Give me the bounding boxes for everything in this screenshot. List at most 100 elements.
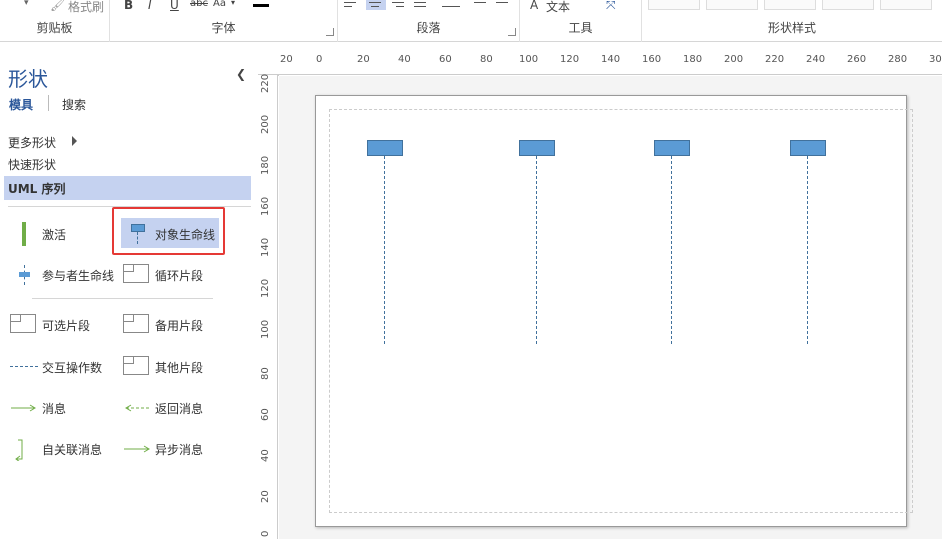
object-lifeline-shape[interactable] — [367, 140, 403, 345]
shape-label: 异步消息 — [155, 443, 204, 457]
font-color-icon[interactable] — [253, 4, 269, 7]
style-swatch[interactable] — [880, 0, 932, 10]
shape-label: 备用片段 — [155, 319, 204, 333]
connection-point-icon[interactable]: ⤧ — [606, 0, 616, 13]
dialog-launcher-icon[interactable] — [508, 28, 516, 36]
lifeline-dashed-line[interactable] — [536, 156, 537, 344]
ruler-label: 300 — [929, 54, 942, 65]
shape-styles-group: 形状样式 — [642, 0, 942, 42]
ruler-label: 260 — [847, 54, 867, 65]
lifeline-head[interactable] — [519, 140, 555, 156]
style-swatch[interactable] — [648, 0, 700, 10]
dropdown-arrow-icon[interactable]: ▾ — [231, 0, 235, 7]
ruler-label: 100 — [260, 319, 271, 339]
pane-title: 形状 — [8, 67, 48, 91]
ruler-label: 180 — [683, 54, 703, 65]
decrease-indent-button[interactable] — [474, 0, 488, 10]
align-right-button[interactable] — [392, 0, 406, 10]
ruler-label: 0 — [260, 530, 271, 537]
lifeline-head[interactable] — [790, 140, 826, 156]
message-arrow-icon — [10, 398, 38, 418]
shape-label: 自关联消息 — [42, 443, 103, 457]
tools-group: A 文本 ⤧ 工具 — [520, 0, 642, 42]
drawing-page[interactable] — [315, 95, 913, 527]
clipboard-group-label: 剪贴板 — [36, 21, 73, 35]
ruler-label: 220 — [765, 54, 785, 65]
shape-async-message[interactable]: 异步消息 — [121, 433, 231, 463]
collapse-icon[interactable]: ❮ — [236, 67, 246, 81]
ruler-label: 20 — [260, 490, 271, 503]
activation-icon — [10, 222, 38, 246]
shape-optional-fragment[interactable]: 可选片段 — [8, 309, 118, 339]
selection-highlight — [112, 207, 225, 255]
shape-label: 参与者生命线 — [42, 269, 115, 283]
shape-loop-fragment[interactable]: 循环片段 — [121, 259, 231, 289]
increase-indent-button[interactable] — [496, 0, 510, 10]
dropdown-arrow-icon[interactable]: ▾ — [24, 0, 29, 8]
change-case-button[interactable]: Aa — [213, 0, 226, 9]
ruler-label: 40 — [398, 54, 411, 65]
tab-search[interactable]: 搜索 — [62, 96, 86, 113]
shape-interaction-operand[interactable]: 交互操作数 — [8, 351, 118, 381]
ribbon: ▾ 🖌 格式刷 剪贴板 B I U abc Aa ▾ 字体 段落 A 文本 ⤧ … — [0, 0, 942, 42]
shape-actor-lifeline[interactable]: 参与者生命线 — [8, 259, 118, 289]
ruler-label: 180 — [260, 155, 271, 175]
ruler-label: 60 — [260, 408, 271, 421]
horizontal-ruler: 20 0 20 40 60 80 100 120 140 160 180 200… — [258, 52, 942, 75]
shape-message[interactable]: 消息 — [8, 392, 118, 422]
object-lifeline-shape[interactable] — [519, 140, 555, 345]
format-painter-button[interactable]: 格式刷 — [68, 0, 104, 15]
text-tool-button[interactable]: 文本 — [546, 0, 570, 15]
more-shapes[interactable]: 更多形状 — [8, 134, 56, 151]
async-arrow-icon — [123, 439, 151, 459]
lifeline-dashed-line[interactable] — [671, 156, 672, 344]
underline-button[interactable]: U — [170, 0, 179, 12]
italic-button[interactable]: I — [148, 0, 152, 12]
font-group-label: 字体 — [211, 21, 236, 35]
ruler-label: 80 — [260, 367, 271, 380]
ruler-label: 80 — [480, 54, 493, 65]
dashed-line-icon — [10, 357, 38, 377]
vertical-ruler: 220 200 180 160 140 120 100 80 60 40 20 … — [258, 74, 278, 539]
ruler-label: 140 — [601, 54, 621, 65]
strikethrough-button[interactable]: abc — [190, 0, 208, 9]
align-left-button[interactable] — [344, 0, 358, 10]
ruler-label: 20 — [357, 54, 370, 65]
object-lifeline-shape[interactable] — [790, 140, 826, 345]
dialog-launcher-icon[interactable] — [326, 28, 334, 36]
align-center-button[interactable] — [366, 0, 386, 10]
shape-other-fragment[interactable]: 其他片段 — [121, 351, 231, 381]
object-lifeline-shape[interactable] — [654, 140, 690, 345]
return-arrow-icon — [123, 398, 151, 418]
style-swatch[interactable] — [822, 0, 874, 10]
shape-label: 消息 — [42, 402, 67, 416]
shape-self-message[interactable]: 自关联消息 — [8, 433, 118, 463]
drawing-canvas[interactable] — [279, 76, 942, 539]
font-group: B I U abc Aa ▾ 字体 — [110, 0, 338, 42]
clipboard-group: ▾ 🖌 格式刷 剪贴板 — [0, 0, 110, 42]
stencil-uml-sequence[interactable]: UML 序列 — [4, 176, 251, 200]
lifeline-head[interactable] — [654, 140, 690, 156]
tab-stencils[interactable]: 模具 — [9, 96, 33, 113]
self-message-icon — [10, 439, 38, 463]
shape-styles-group-label: 形状样式 — [767, 21, 816, 35]
lifeline-dashed-line[interactable] — [384, 156, 385, 344]
lifeline-head[interactable] — [367, 140, 403, 156]
frame-icon — [123, 356, 149, 375]
chevron-right-icon[interactable] — [72, 136, 77, 146]
shape-return-message[interactable]: 返回消息 — [121, 392, 231, 422]
quick-shapes[interactable]: 快速形状 — [8, 156, 56, 173]
ruler-label: 120 — [560, 54, 580, 65]
shape-label: 交互操作数 — [42, 361, 103, 375]
lifeline-dashed-line[interactable] — [807, 156, 808, 344]
ruler-label: 140 — [260, 237, 271, 257]
style-swatch[interactable] — [706, 0, 758, 10]
shape-alternative-fragment[interactable]: 备用片段 — [121, 309, 231, 339]
justify-button[interactable] — [414, 0, 428, 10]
bold-button[interactable]: B — [124, 0, 133, 12]
ruler-label: 60 — [439, 54, 452, 65]
style-swatch[interactable] — [764, 0, 816, 10]
columns-button[interactable] — [442, 0, 460, 10]
shape-activation[interactable]: 激活 — [8, 218, 118, 248]
ruler-label: 100 — [519, 54, 539, 65]
